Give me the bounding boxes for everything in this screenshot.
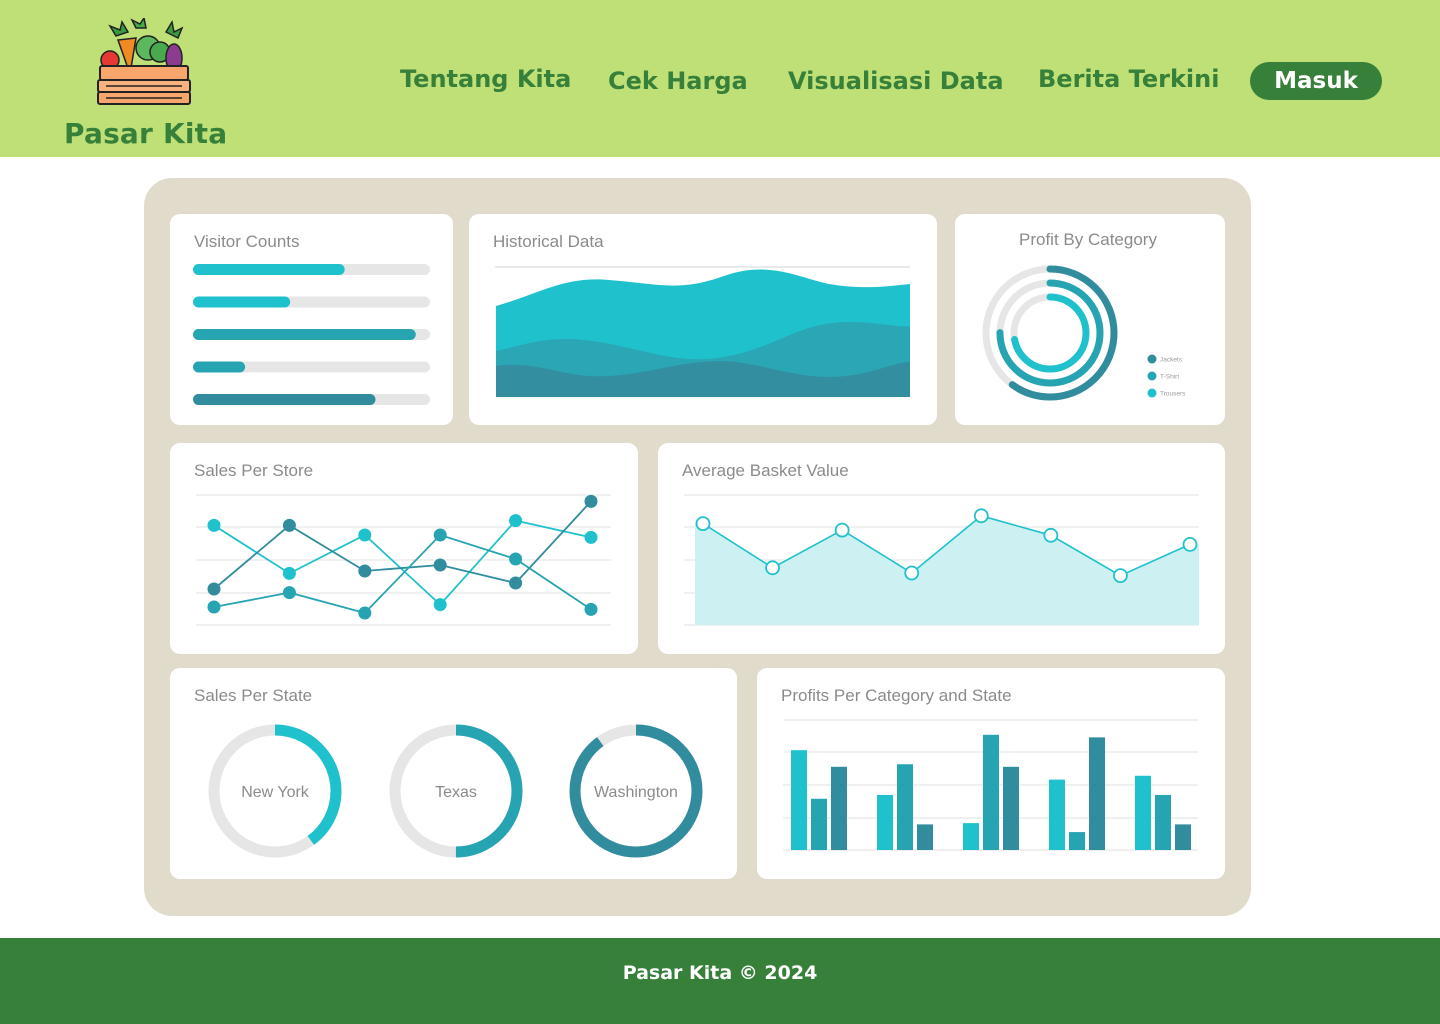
data-point: [282, 518, 296, 532]
legend-swatch: [1147, 354, 1157, 364]
bar: [1089, 737, 1105, 850]
bar: [1155, 794, 1171, 850]
data-point: [695, 516, 711, 531]
data-point: [1113, 568, 1128, 584]
data-point: [433, 528, 447, 542]
card-sales-per-state: Sales Per State New York Texas Washington: [170, 668, 737, 879]
nav-tentang-kita[interactable]: Tentang Kita: [400, 65, 571, 93]
visitor-counts-chart: [193, 264, 430, 405]
sales-per-state-chart: New York Texas Washington: [208, 724, 703, 858]
nav-berita-terkini[interactable]: Berita Terkini: [1038, 65, 1219, 93]
progress-bar: [193, 296, 291, 308]
data-point: [584, 494, 598, 508]
data-point: [433, 558, 447, 572]
legend-label: Jackets: [1160, 357, 1183, 364]
series-line: [213, 533, 592, 615]
progress-bar: [193, 329, 416, 340]
vegetable-crate-icon: [97, 18, 191, 105]
data-point: [207, 518, 221, 532]
data-point: [433, 598, 447, 612]
state-label: New York: [241, 784, 310, 801]
sales-per-store-chart: [196, 494, 611, 626]
data-point: [584, 602, 598, 616]
legend-label: T-Shirt: [1160, 374, 1179, 381]
bar: [877, 794, 893, 850]
data-point: [509, 552, 523, 566]
bar: [1069, 832, 1085, 850]
bar: [1049, 779, 1065, 850]
site-footer: Pasar Kita © 2024: [0, 938, 1440, 1024]
bar: [897, 764, 913, 850]
bar: [963, 823, 979, 850]
progress-bar: [193, 394, 376, 405]
data-point: [282, 586, 296, 600]
bar: [917, 824, 933, 850]
data-point: [358, 564, 372, 578]
nav-visualisasi-data[interactable]: Visualisasi Data: [788, 67, 1004, 95]
profits-per-category-state-chart: [783, 719, 1198, 851]
data-point: [1043, 527, 1059, 543]
legend-swatch: [1147, 388, 1157, 398]
state-label: Washington: [594, 784, 678, 801]
average-basket-value-chart: [684, 494, 1199, 626]
legend-swatch: [1147, 371, 1157, 381]
card-historical-data: Historical Data: [469, 214, 937, 425]
bar: [831, 766, 847, 850]
data-point: [834, 522, 850, 538]
data-point: [509, 576, 523, 590]
bar: [1135, 775, 1151, 850]
historical-data-chart: [495, 266, 910, 397]
data-point: [904, 565, 920, 581]
data-point: [207, 600, 221, 614]
legend-label: Trousers: [1160, 391, 1186, 398]
bar: [811, 798, 827, 850]
progress-bar: [193, 361, 246, 373]
bar: [1003, 766, 1019, 850]
series-line: [213, 500, 592, 590]
bar: [1175, 824, 1191, 850]
card-sales-per-store: Sales Per Store: [170, 443, 638, 654]
data-point: [973, 508, 989, 524]
logo-link[interactable]: Pasar Kita: [64, 14, 234, 154]
progress-bar: [193, 264, 345, 275]
card-visitor-counts: Visitor Counts: [170, 214, 453, 425]
brand-name: Pasar Kita: [64, 117, 228, 150]
card-profits-per-category-state: Profits Per Category and State: [757, 668, 1225, 879]
data-point: [282, 566, 296, 580]
dashboard-preview: Visitor Counts Historical Data Profit By…: [144, 178, 1251, 916]
data-point: [765, 560, 780, 576]
login-button[interactable]: Masuk: [1250, 62, 1382, 100]
profit-by-category-chart: Jackets T-Shirt Trousers: [982, 265, 1186, 401]
card-average-basket-value: Average Basket Value: [658, 443, 1225, 654]
card-profit-by-category: Profit By Category Jackets T-Shirt Trouser…: [955, 214, 1225, 425]
state-label: Texas: [435, 784, 477, 801]
site-header: Pasar Kita Tentang Kita Cek Harga Visual…: [0, 0, 1440, 157]
data-point: [1182, 537, 1198, 552]
nav-cek-harga[interactable]: Cek Harga: [608, 67, 748, 95]
bar: [791, 750, 807, 850]
data-point: [358, 528, 372, 542]
data-point: [509, 514, 523, 528]
footer-copyright: Pasar Kita © 2024: [622, 962, 818, 984]
data-point: [358, 606, 372, 620]
data-point: [584, 530, 598, 544]
data-point: [207, 582, 221, 596]
bar: [983, 734, 999, 850]
